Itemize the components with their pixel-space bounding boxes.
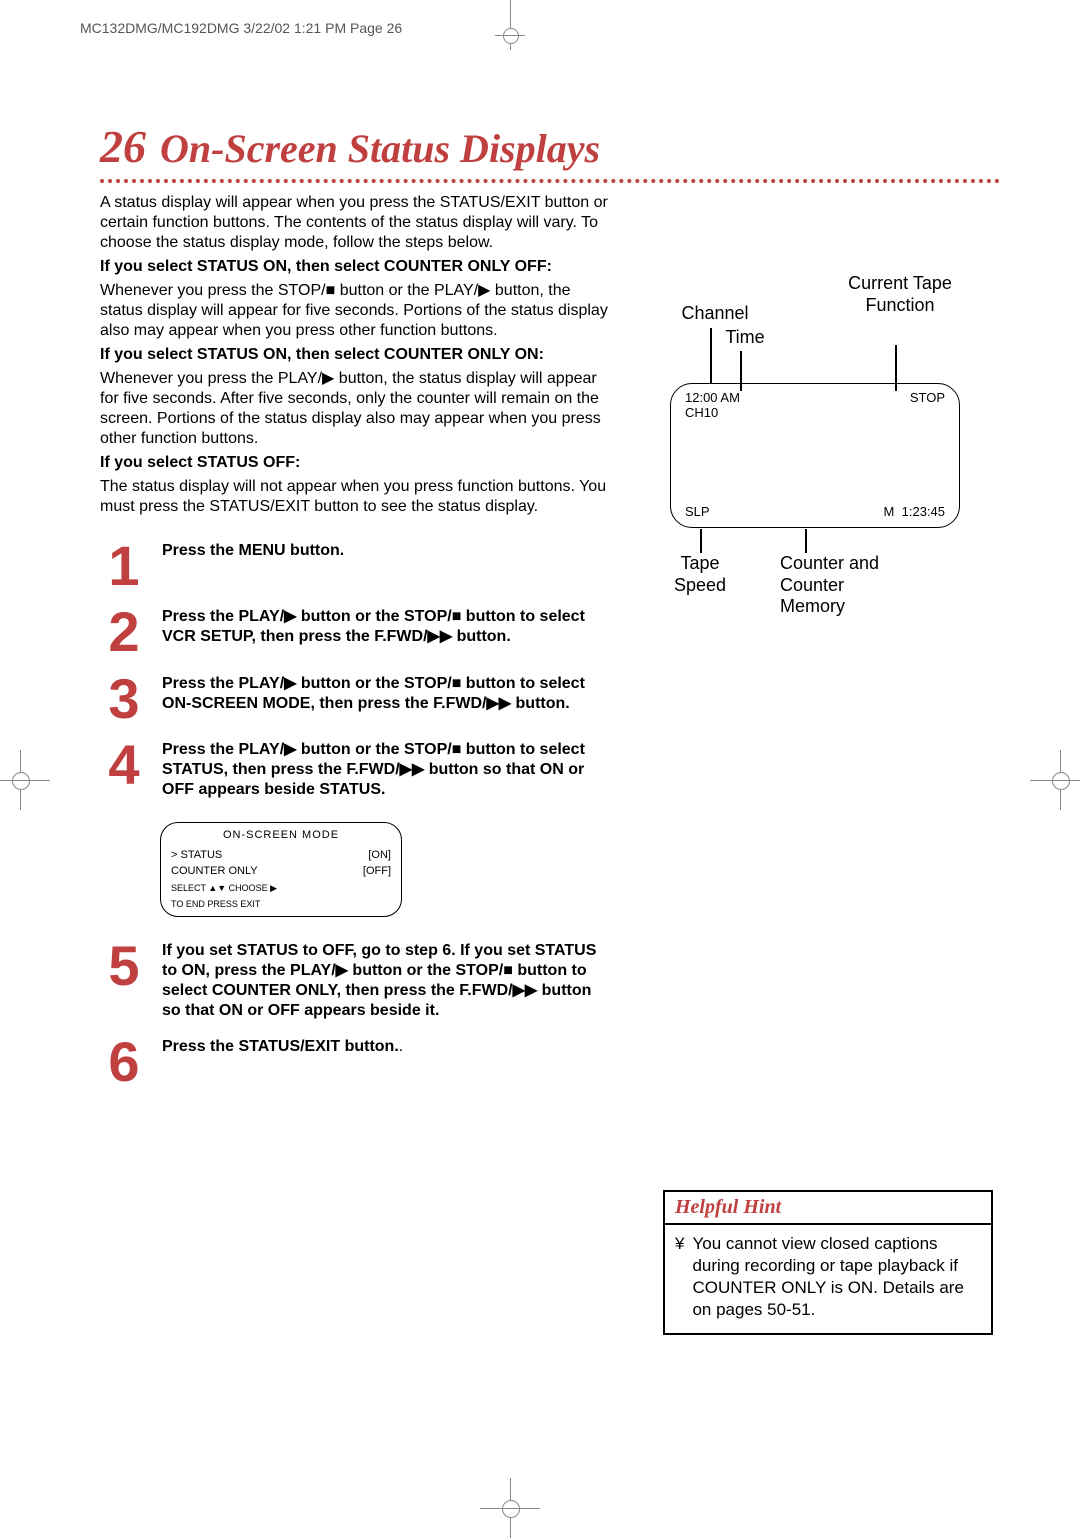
- step-number: 3: [100, 674, 148, 724]
- menu-footer-2: TO END PRESS EXIT: [171, 900, 391, 910]
- menu-row-value: [OFF]: [363, 865, 391, 879]
- menu-title: ON-SCREEN MODE: [171, 829, 391, 843]
- label-channel: Channel: [665, 303, 765, 325]
- title-text: On-Screen Status Displays: [160, 125, 600, 172]
- screen-counter: 1:23:45: [902, 504, 945, 519]
- screen-slp: SLP: [685, 504, 710, 519]
- menu-row: COUNTER ONLY [OFF]: [171, 865, 391, 879]
- step-3: 3 Press the PLAY/▶ button or the STOP/■ …: [100, 674, 610, 724]
- step-6: 6 Press the STATUS/EXIT button..: [100, 1037, 610, 1087]
- screen-time: 12:00 AM: [685, 390, 740, 405]
- bullet-icon: ¥: [675, 1233, 684, 1321]
- intro-body-2: Whenever you press the PLAY/▶ button, th…: [100, 369, 610, 449]
- hint-bullet: ¥ You cannot view closed captions during…: [675, 1233, 981, 1321]
- step-5: 5 If you set STATUS to OFF, go to step 6…: [100, 941, 610, 1021]
- line: [805, 529, 807, 553]
- menu-row-label: > STATUS: [171, 849, 222, 863]
- intro-heading-2: If you select STATUS ON, then select COU…: [100, 345, 610, 365]
- menu-row: > STATUS [ON]: [171, 849, 391, 863]
- menu-row-value: [ON]: [368, 849, 391, 863]
- hint-text: You cannot view closed captions during r…: [692, 1233, 981, 1321]
- crop-mark-right: [1030, 750, 1080, 810]
- intro-body-3: The status display will not appear when …: [100, 477, 610, 517]
- step-2: 2 Press the PLAY/▶ button or the STOP/■ …: [100, 607, 610, 657]
- line: [710, 328, 712, 383]
- crop-mark-bottom: [480, 1478, 540, 1538]
- crop-mark-top: [495, 0, 525, 50]
- crop-mark-left: [0, 750, 50, 810]
- label-tape-speed: Tape Speed: [655, 553, 745, 596]
- intro-text: A status display will appear when you pr…: [100, 193, 610, 517]
- menu-screen: ON-SCREEN MODE > STATUS [ON] COUNTER ONL…: [160, 822, 402, 917]
- step-text: Press the PLAY/▶ button or the STOP/■ bu…: [162, 607, 610, 657]
- crop-header: MC132DMG/MC192DMG 3/22/02 1:21 PM Page 2…: [80, 20, 402, 36]
- step-number: 1: [100, 541, 148, 591]
- title-divider: [100, 179, 1000, 183]
- helpful-hint-box: Helpful Hint ¥ You cannot view closed ca…: [663, 1190, 993, 1335]
- screen-channel: CH10: [685, 405, 740, 420]
- line: [700, 529, 702, 553]
- step-number: 5: [100, 941, 148, 1021]
- screen-stop: STOP: [910, 390, 945, 420]
- screen-m: M: [884, 504, 895, 519]
- step-text: Press the PLAY/▶ button or the STOP/■ bu…: [162, 740, 610, 800]
- intro-body-1: Whenever you press the STOP/■ button or …: [100, 281, 610, 341]
- steps-list: 1 Press the MENU button. 2 Press the PLA…: [100, 541, 610, 1088]
- step-4: 4 Press the PLAY/▶ button or the STOP/■ …: [100, 740, 610, 925]
- title-number: 26: [100, 120, 146, 173]
- label-time: Time: [705, 327, 785, 349]
- step-1: 1 Press the MENU button.: [100, 541, 610, 591]
- step-number: 2: [100, 607, 148, 657]
- status-diagram: Channel Time Current Tape Function Tape …: [630, 233, 1000, 673]
- step-text: Press the STATUS/EXIT button..: [162, 1037, 610, 1087]
- step-text: If you set STATUS to OFF, go to step 6. …: [162, 941, 610, 1021]
- intro-heading-1: If you select STATUS ON, then select COU…: [100, 257, 610, 277]
- intro-paragraph: A status display will appear when you pr…: [100, 193, 610, 253]
- step-text: Press the MENU button.: [162, 541, 610, 591]
- step-number: 4: [100, 740, 148, 800]
- intro-heading-3: If you select STATUS OFF:: [100, 453, 610, 473]
- step-number: 6: [100, 1037, 148, 1087]
- hint-title: Helpful Hint: [665, 1192, 991, 1225]
- label-counter: Counter and Counter Memory: [780, 553, 900, 618]
- page-title: 26 On-Screen Status Displays: [100, 120, 1000, 173]
- screen-box: 12:00 AM CH10 STOP SLP M 1:23:45: [670, 383, 960, 528]
- menu-footer-1: SELECT ▲▼ CHOOSE ▶: [171, 884, 391, 894]
- menu-row-label: COUNTER ONLY: [171, 865, 258, 879]
- step-text: Press the PLAY/▶ button or the STOP/■ bu…: [162, 674, 610, 724]
- label-current-func: Current Tape Function: [840, 273, 960, 316]
